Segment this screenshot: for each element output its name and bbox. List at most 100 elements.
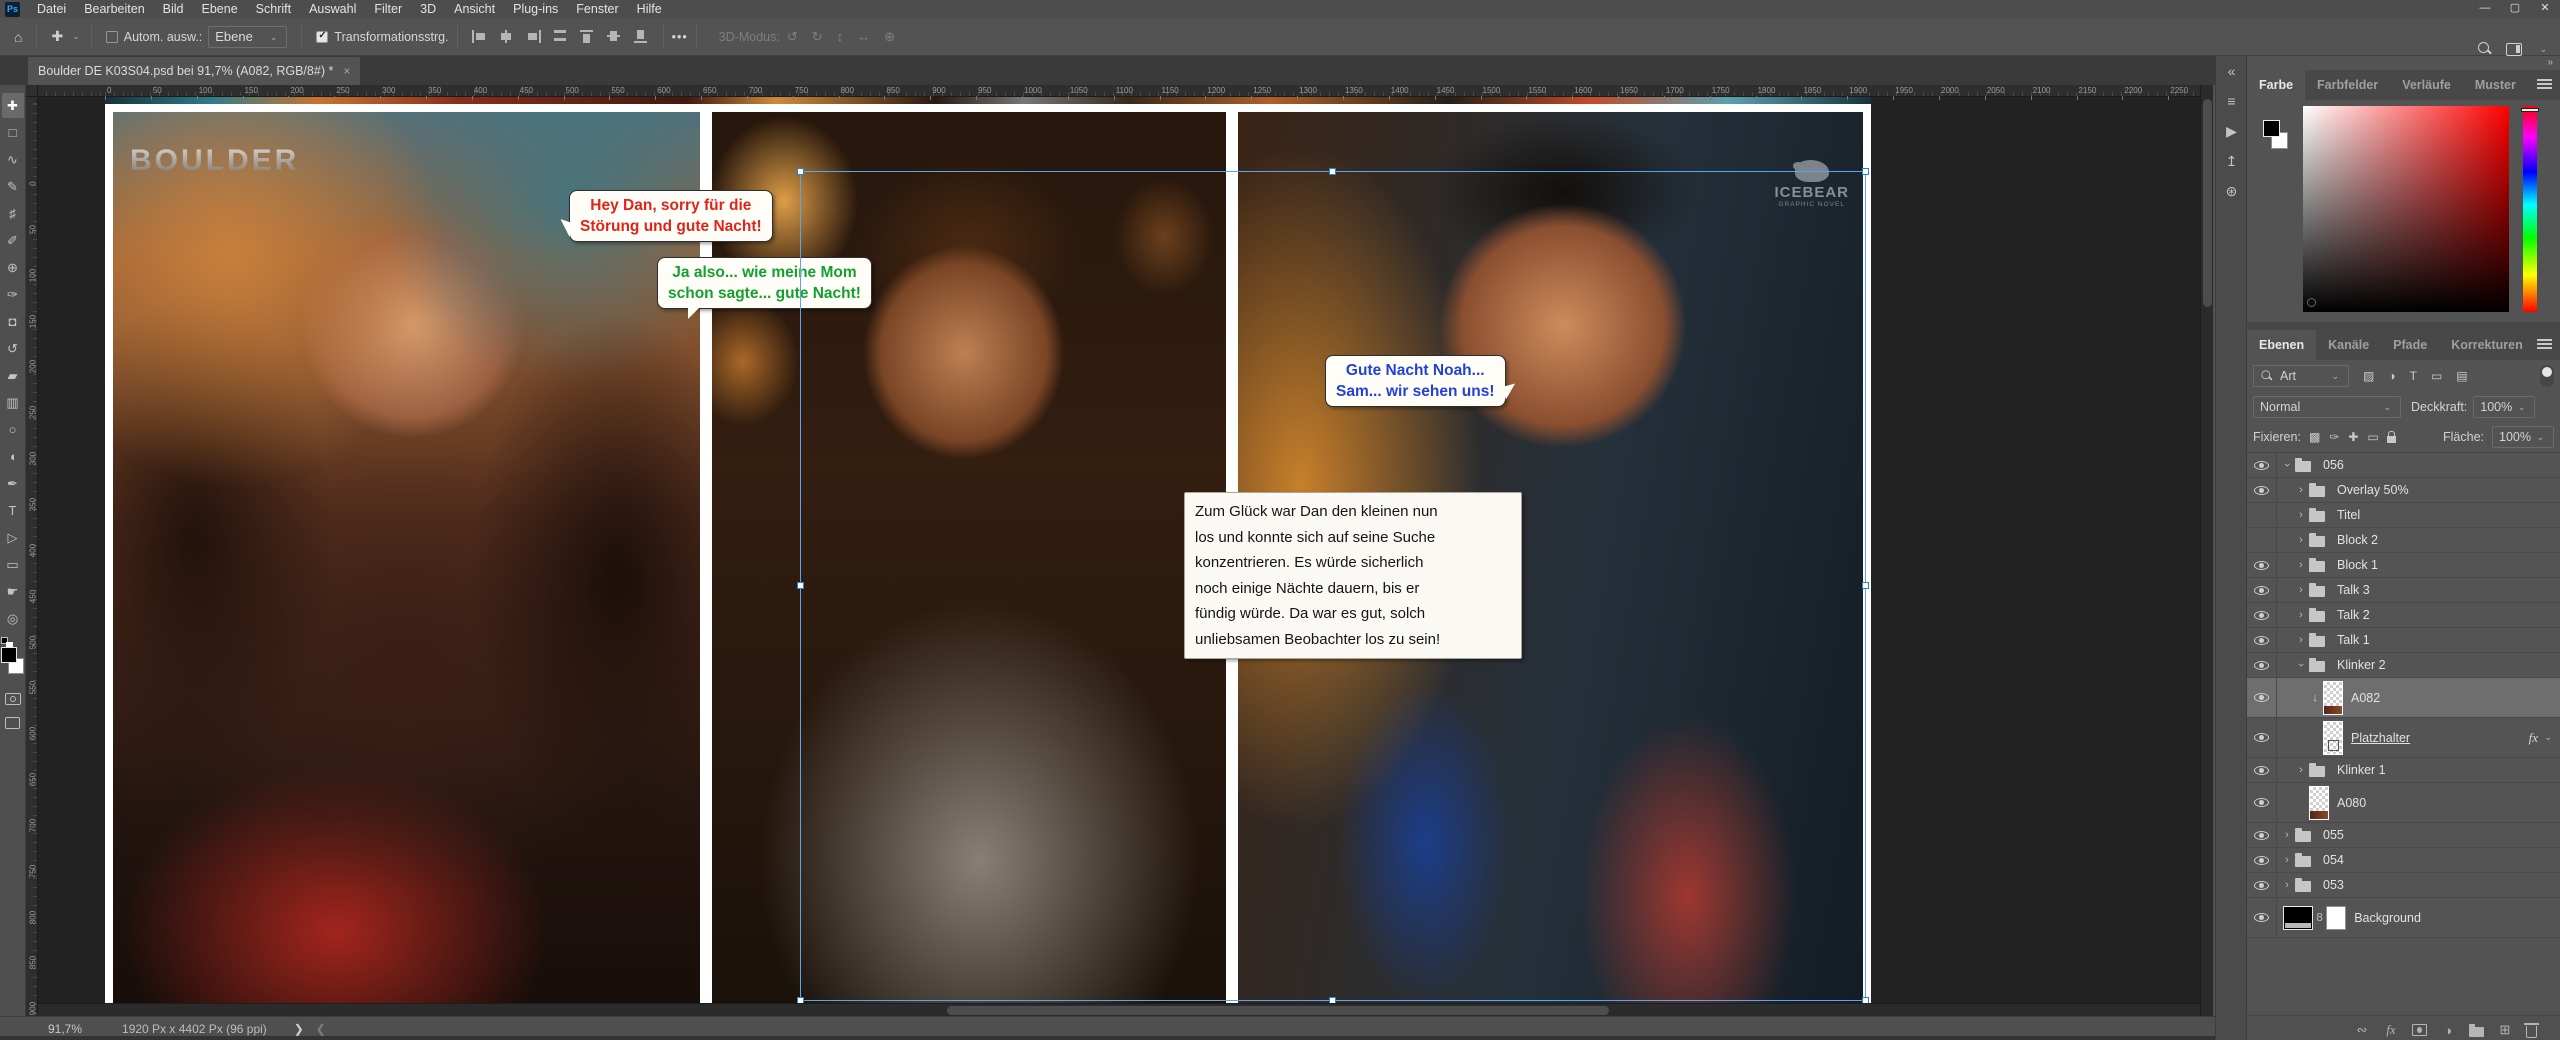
color-swatch-widget[interactable] bbox=[0, 637, 25, 681]
menu-bild[interactable]: Bild bbox=[154, 0, 193, 18]
menu-bearbeiten[interactable]: Bearbeiten bbox=[75, 0, 153, 18]
delete-layer-icon[interactable] bbox=[2524, 1022, 2539, 1038]
tab-ebenen[interactable]: Ebenen bbox=[2247, 330, 2317, 360]
transform-handle[interactable] bbox=[1862, 582, 1869, 589]
actions-panel-icon[interactable]: ▶ bbox=[2216, 116, 2247, 146]
menu-hilfe[interactable]: Hilfe bbox=[628, 0, 671, 18]
clone-stamp-tool[interactable]: ◘ bbox=[2, 309, 24, 334]
chevron-right-icon[interactable]: › bbox=[2295, 634, 2307, 646]
align-top-icon[interactable] bbox=[579, 30, 595, 43]
blur-tool[interactable]: ○ bbox=[2, 417, 24, 442]
layer-row-talk-3[interactable]: › Talk 3 bbox=[2247, 578, 2560, 603]
export-panel-icon[interactable]: ↥ bbox=[2216, 146, 2247, 176]
move-tool[interactable]: ✚ bbox=[1, 93, 24, 118]
type-tool[interactable]: T bbox=[2, 498, 24, 523]
layer-filter-dropdown[interactable]: Art ⌄ bbox=[2253, 365, 2349, 387]
tab-kan-le[interactable]: Kanäle bbox=[2316, 330, 2381, 360]
path-select-tool[interactable]: ▷ bbox=[2, 525, 24, 550]
horizontal-scrollbar[interactable] bbox=[38, 1003, 2200, 1016]
tab-verl-ufe[interactable]: Verläufe bbox=[2390, 70, 2463, 100]
filter-type-icon[interactable]: T bbox=[2408, 369, 2419, 383]
layer-row-block-2[interactable]: › Block 2 bbox=[2247, 528, 2560, 553]
lock-transparency-icon[interactable]: ▩ bbox=[2309, 430, 2320, 444]
new-group-icon[interactable] bbox=[2469, 1023, 2484, 1037]
quick-mask-icon[interactable] bbox=[4, 693, 21, 705]
chevron-right-icon[interactable]: › bbox=[2281, 854, 2293, 866]
visibility-toggle[interactable] bbox=[2247, 478, 2277, 502]
transform-controls-checkbox[interactable] bbox=[316, 30, 329, 43]
link-layers-icon[interactable]: ∾ bbox=[2354, 1022, 2370, 1038]
layer-style-icon[interactable]: fx bbox=[2383, 1022, 2399, 1038]
blend-mode-dropdown[interactable]: Normal ⌄ bbox=[2253, 396, 2401, 418]
lock-pixels-icon[interactable]: ✑ bbox=[2329, 430, 2339, 444]
align-center-h-icon[interactable] bbox=[499, 30, 514, 43]
chevron-down-icon[interactable]: › bbox=[2281, 459, 2293, 471]
panel-menu-icon[interactable] bbox=[2537, 339, 2552, 350]
tab-farbe[interactable]: Farbe bbox=[2247, 70, 2306, 100]
libraries-panel-icon[interactable]: ⊛ bbox=[2216, 176, 2247, 206]
layer-row-overlay-50-[interactable]: › Overlay 50% bbox=[2247, 478, 2560, 503]
layer-row-talk-1[interactable]: › Talk 1 bbox=[2247, 628, 2560, 653]
visibility-toggle[interactable] bbox=[2247, 783, 2277, 822]
zoom-tool[interactable]: ◎ bbox=[2, 606, 24, 631]
tab-muster[interactable]: Muster bbox=[2463, 70, 2528, 100]
tab-pfade[interactable]: Pfade bbox=[2381, 330, 2439, 360]
horizontal-scroll-thumb[interactable] bbox=[947, 1006, 1609, 1015]
chevron-right-icon[interactable]: › bbox=[2281, 829, 2293, 841]
lock-artboard-icon[interactable]: ▭ bbox=[2367, 430, 2378, 444]
healing-tool[interactable]: ⊕ bbox=[2, 255, 24, 280]
layer-row-a082[interactable]: ↓ A082 bbox=[2247, 678, 2560, 718]
visibility-toggle[interactable] bbox=[2247, 603, 2277, 627]
align-right-icon[interactable] bbox=[526, 30, 541, 43]
transform-handle[interactable] bbox=[797, 582, 804, 589]
menu-datei[interactable]: Datei bbox=[28, 0, 75, 18]
chevron-right-icon[interactable]: › bbox=[2295, 509, 2307, 521]
filter-adjustment-icon[interactable]: ◑ bbox=[2386, 369, 2397, 383]
adjustment-layer-icon[interactable]: ◑ bbox=[2440, 1022, 2456, 1038]
chevron-right-icon[interactable]: › bbox=[2281, 879, 2293, 891]
layer-row-platzhalter[interactable]: Platzhalter fx ⌄ bbox=[2247, 718, 2560, 758]
chevron-right-icon[interactable]: › bbox=[2295, 584, 2307, 596]
layer-row-block-1[interactable]: › Block 1 bbox=[2247, 553, 2560, 578]
tab-farbfelder[interactable]: Farbfelder bbox=[2305, 70, 2390, 100]
move-tool-preset-icon[interactable]: ✚ bbox=[45, 28, 69, 45]
zoom-level[interactable]: 91,7% bbox=[48, 1022, 82, 1036]
color-picker-ring[interactable] bbox=[2307, 298, 2316, 307]
panel-foreground-swatch[interactable] bbox=[2263, 120, 2280, 137]
chevron-right-icon[interactable]: › bbox=[2295, 559, 2307, 571]
layer-row-054[interactable]: › 054 bbox=[2247, 848, 2560, 873]
eraser-tool[interactable]: ▰ bbox=[2, 363, 24, 388]
fill-dropdown[interactable]: 100% ⌄ bbox=[2492, 426, 2554, 448]
hue-slider-marker[interactable] bbox=[2521, 108, 2539, 112]
dock-collapse-icon[interactable]: » bbox=[2247, 56, 2560, 70]
home-icon[interactable]: ⌂ bbox=[8, 29, 28, 45]
align-middle-icon[interactable] bbox=[606, 30, 622, 43]
more-options-icon[interactable]: ••• bbox=[672, 30, 688, 44]
workspace-switcher-icon[interactable] bbox=[2506, 42, 2523, 56]
visibility-toggle[interactable] bbox=[2247, 553, 2277, 577]
quick-selection-tool[interactable]: ✎ bbox=[2, 174, 24, 199]
new-layer-icon[interactable]: ⊞ bbox=[2497, 1022, 2513, 1038]
layer-row-talk-2[interactable]: › Talk 2 bbox=[2247, 603, 2560, 628]
lasso-tool[interactable]: ∿ bbox=[2, 147, 24, 172]
lock-all-icon[interactable] bbox=[2386, 431, 2396, 443]
align-left-icon[interactable] bbox=[471, 30, 487, 43]
transform-selection-box[interactable] bbox=[797, 168, 1869, 1004]
dodge-tool[interactable]: ◖ bbox=[2, 444, 24, 469]
collapse-panels-icon[interactable]: « bbox=[2216, 56, 2247, 86]
visibility-toggle[interactable] bbox=[2247, 873, 2277, 897]
search-icon[interactable] bbox=[2478, 42, 2492, 56]
crop-tool[interactable]: ♯ bbox=[2, 201, 24, 226]
hand-tool[interactable]: ☛ bbox=[2, 579, 24, 604]
visibility-toggle[interactable] bbox=[2247, 678, 2277, 717]
canvas-area[interactable]: BOULDER ICEBEAR GRAPHIC NOVEL Hey Dan, s… bbox=[26, 85, 2200, 1016]
visibility-toggle[interactable] bbox=[2247, 453, 2277, 477]
layer-row-klinker-1[interactable]: › Klinker 1 bbox=[2247, 758, 2560, 783]
filter-toggle[interactable] bbox=[2540, 365, 2554, 387]
tool-preset-chevron-icon[interactable]: ⌄ bbox=[69, 31, 83, 42]
fx-chevron-icon[interactable]: ⌄ bbox=[2544, 732, 2552, 743]
layer-row-titel[interactable]: › Titel bbox=[2247, 503, 2560, 528]
align-bottom-icon[interactable] bbox=[633, 30, 649, 43]
vertical-scrollbar[interactable] bbox=[2200, 85, 2213, 1016]
menu-ansicht[interactable]: Ansicht bbox=[445, 0, 504, 18]
